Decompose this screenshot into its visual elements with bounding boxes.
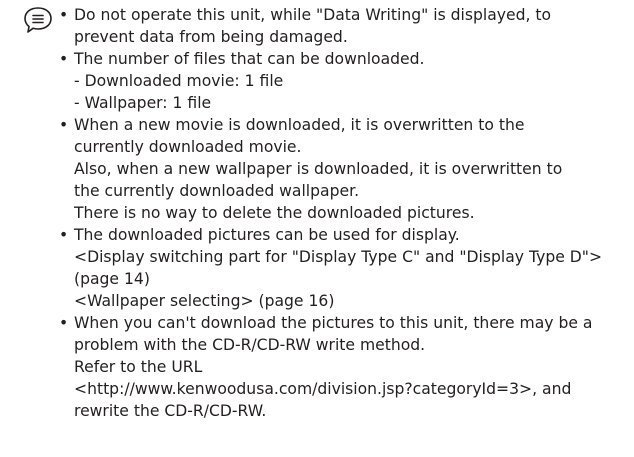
note-line: When a new movie is downloaded, it is ov… (74, 116, 525, 134)
note-item: • Do not operate this unit, while "Data … (59, 4, 625, 48)
note-line: <Display switching part for "Display Typ… (74, 248, 603, 266)
note-line: - Downloaded movie: 1 file (74, 72, 284, 90)
note-icon (24, 7, 52, 33)
note-line: problem with the CD-R/CD-RW write method… (74, 336, 426, 354)
note-item: • When a new movie is downloaded, it is … (59, 114, 625, 224)
bullet-icon: • (59, 50, 69, 68)
note-line: The downloaded pictures can be used for … (74, 226, 460, 244)
bullet-icon: • (59, 226, 69, 244)
note-line: (page 14) (74, 270, 150, 288)
note-line: the currently downloaded wallpaper. (74, 182, 360, 200)
note-line: The number of files that can be download… (74, 50, 425, 68)
url-text: <http://www.kenwoodusa.com/division.jsp?… (74, 380, 572, 398)
note-line: currently downloaded movie. (74, 138, 302, 156)
note-item: • When you can't download the pictures t… (59, 312, 625, 422)
notes-list: • Do not operate this unit, while "Data … (59, 4, 625, 422)
note-item: • The downloaded pictures can be used fo… (59, 224, 625, 312)
bullet-icon: • (59, 6, 69, 24)
note-line: There is no way to delete the downloaded… (74, 204, 475, 222)
note-line: Also, when a new wallpaper is downloaded… (74, 160, 563, 178)
note-line: - Wallpaper: 1 file (74, 94, 212, 112)
note-line: Refer to the URL (74, 358, 203, 376)
note-line: <Wallpaper selecting> (page 16) (74, 292, 335, 310)
note-line: rewrite the CD-R/CD-RW. (74, 402, 267, 420)
note-line: Do not operate this unit, while "Data Wr… (74, 6, 552, 24)
note-line: When you can't download the pictures to … (74, 314, 593, 332)
note-line: prevent data from being damaged. (74, 28, 348, 46)
bullet-icon: • (59, 314, 69, 332)
bullet-icon: • (59, 116, 69, 134)
note-item: • The number of files that can be downlo… (59, 48, 625, 114)
